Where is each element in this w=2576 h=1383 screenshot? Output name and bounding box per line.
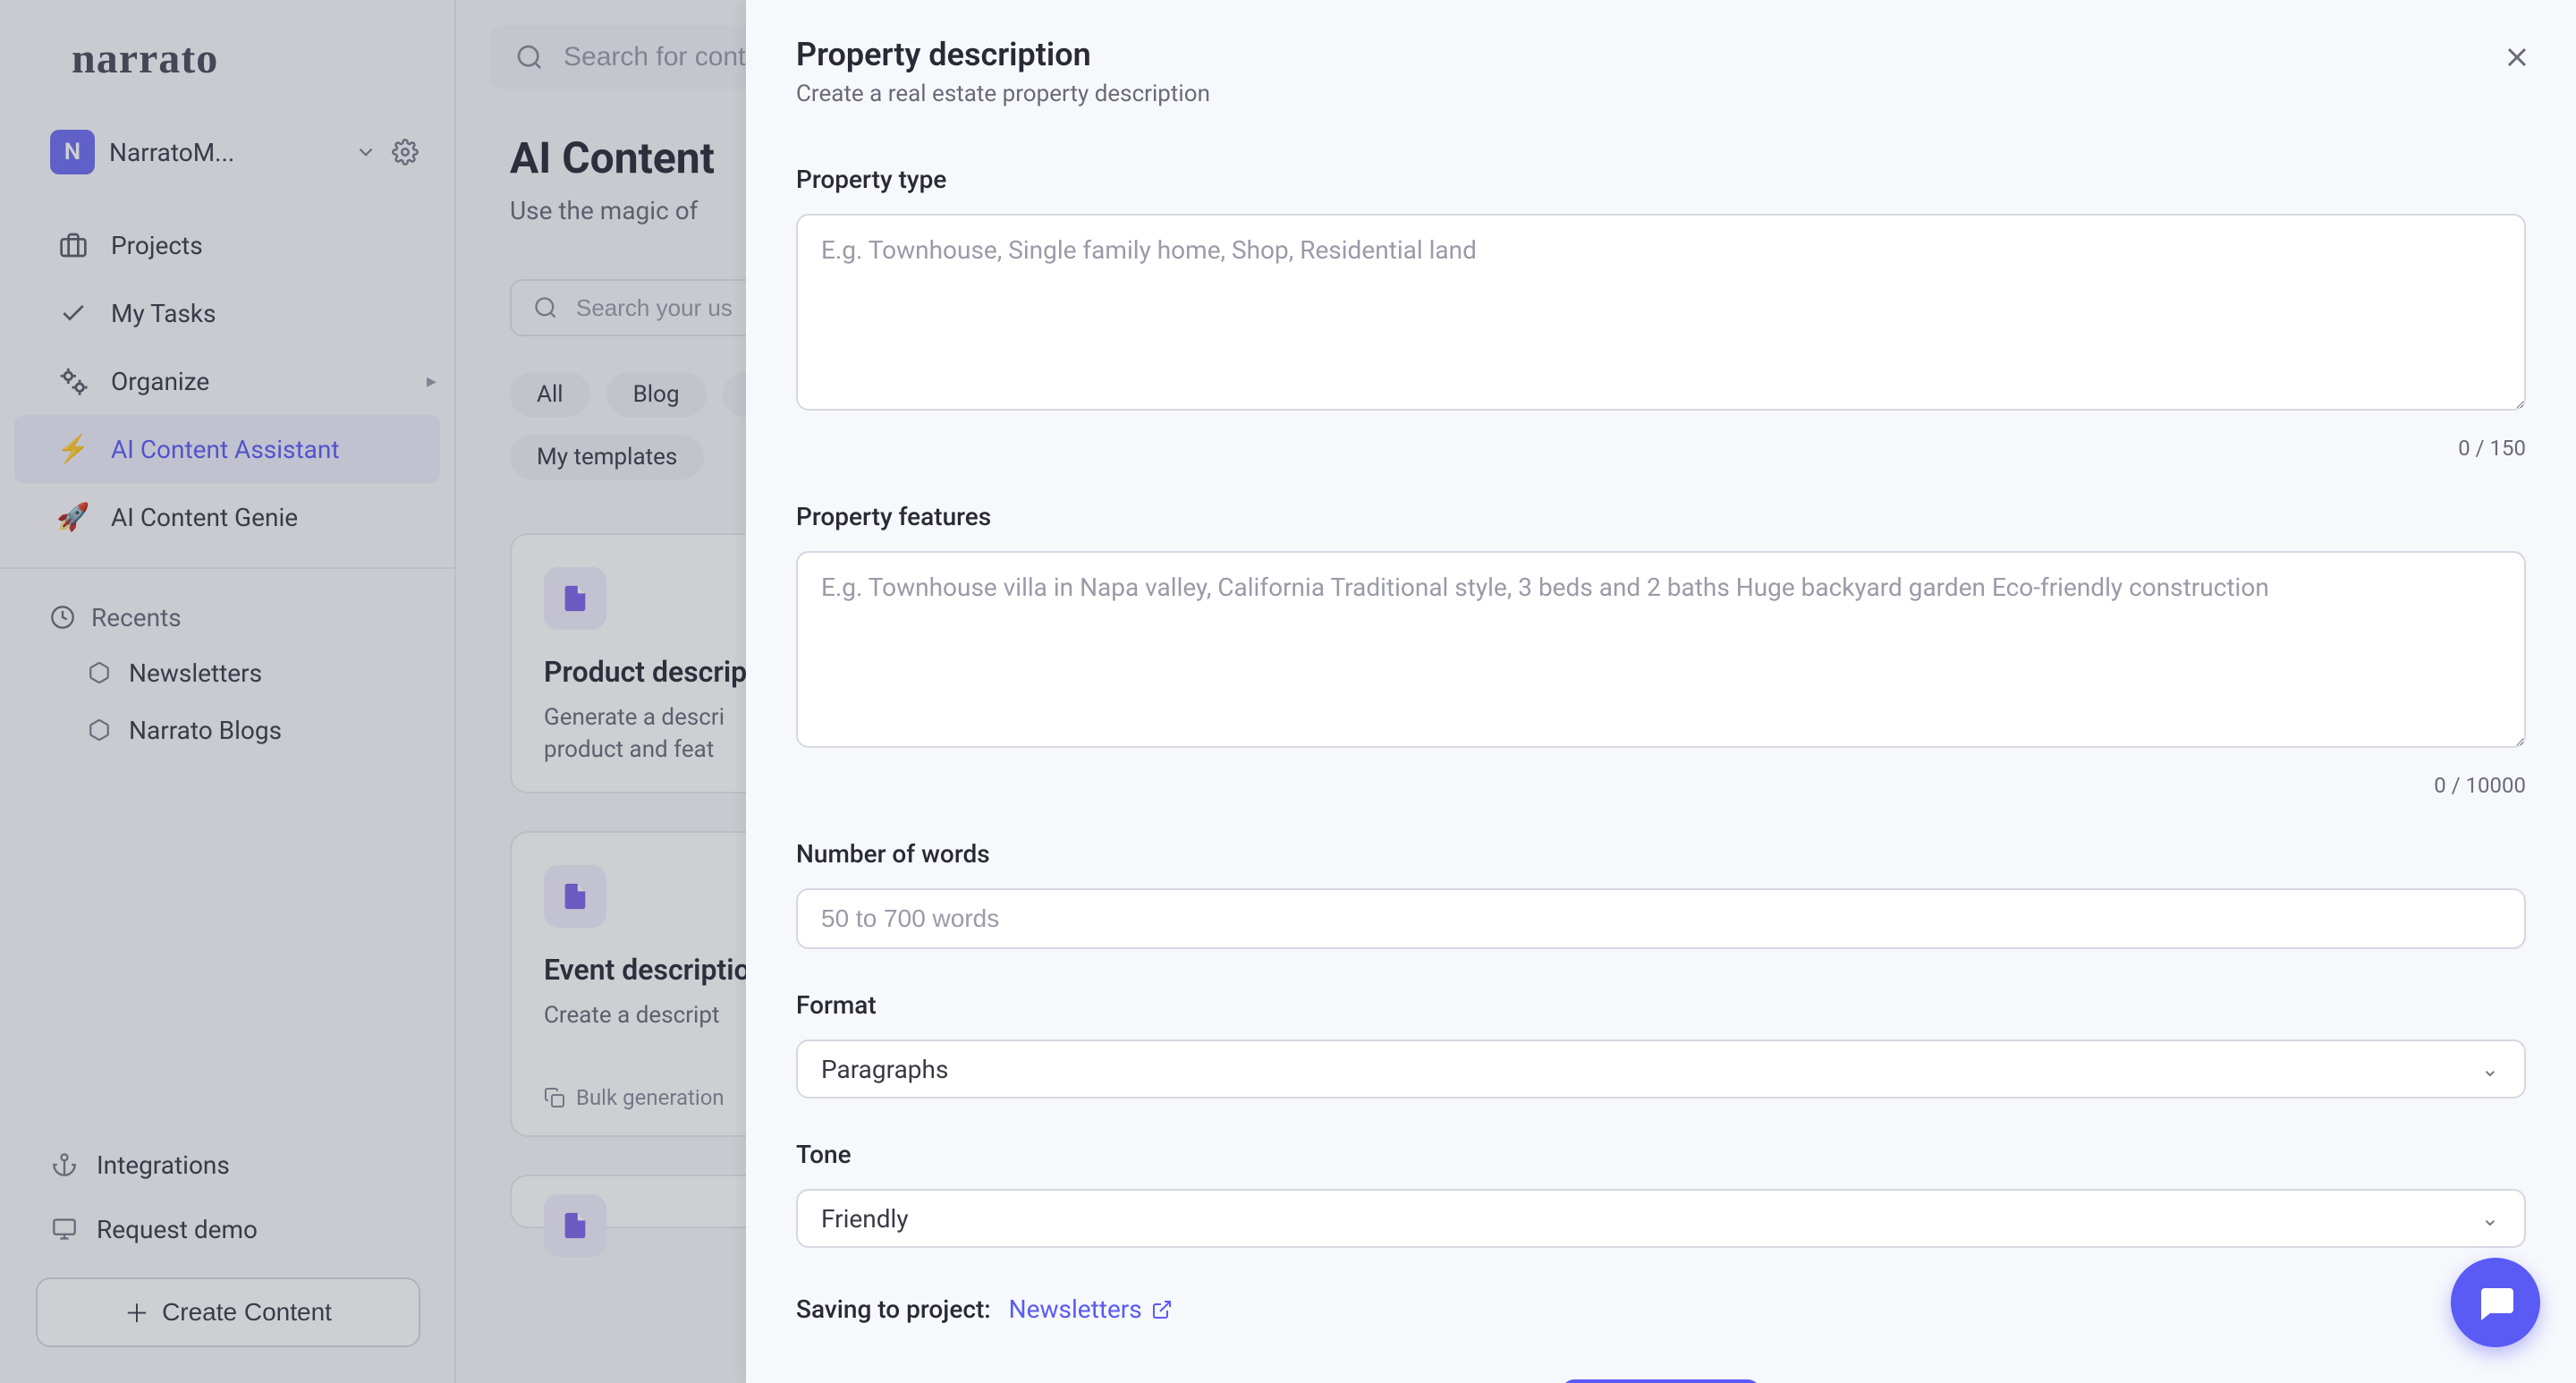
label-property-type: Property type <box>796 165 2526 194</box>
label-word-count: Number of words <box>796 839 2526 869</box>
input-word-count[interactable] <box>796 888 2526 949</box>
project-name: Newsletters <box>1009 1294 1142 1324</box>
select-value: Friendly <box>821 1204 909 1234</box>
panel-subtitle: Create a real estate property descriptio… <box>796 81 2526 107</box>
close-icon[interactable] <box>2501 41 2533 73</box>
label-property-features: Property features <box>796 502 2526 531</box>
saving-to-project: Saving to project: Newsletters <box>796 1294 2526 1324</box>
select-value: Paragraphs <box>821 1055 948 1084</box>
panel-body: Property type 0 / 150 Property features … <box>746 134 2576 1383</box>
property-description-panel: Property description Create a real estat… <box>746 0 2576 1383</box>
panel-header: Property description Create a real estat… <box>746 0 2576 134</box>
generate-row: Generate <box>796 1379 2526 1383</box>
external-link-icon <box>1151 1299 1173 1320</box>
panel-title: Property description <box>796 36 2526 73</box>
select-tone[interactable]: Friendly ⌄ <box>796 1189 2526 1248</box>
label-tone: Tone <box>796 1140 2526 1169</box>
chevron-down-icon: ⌄ <box>2481 1056 2499 1082</box>
chevron-down-icon: ⌄ <box>2481 1206 2499 1231</box>
select-format[interactable]: Paragraphs ⌄ <box>796 1039 2526 1099</box>
chat-icon <box>2474 1281 2517 1324</box>
label-format: Format <box>796 990 2526 1020</box>
intercom-launcher[interactable] <box>2451 1258 2540 1347</box>
saving-project-link[interactable]: Newsletters <box>1009 1294 1173 1324</box>
saving-label: Saving to project: <box>796 1294 991 1324</box>
input-property-type[interactable] <box>796 214 2526 411</box>
generate-button[interactable]: Generate <box>1562 1379 1759 1383</box>
counter-property-type: 0 / 150 <box>796 436 2526 461</box>
counter-property-features: 0 / 10000 <box>796 773 2526 798</box>
input-property-features[interactable] <box>796 551 2526 748</box>
